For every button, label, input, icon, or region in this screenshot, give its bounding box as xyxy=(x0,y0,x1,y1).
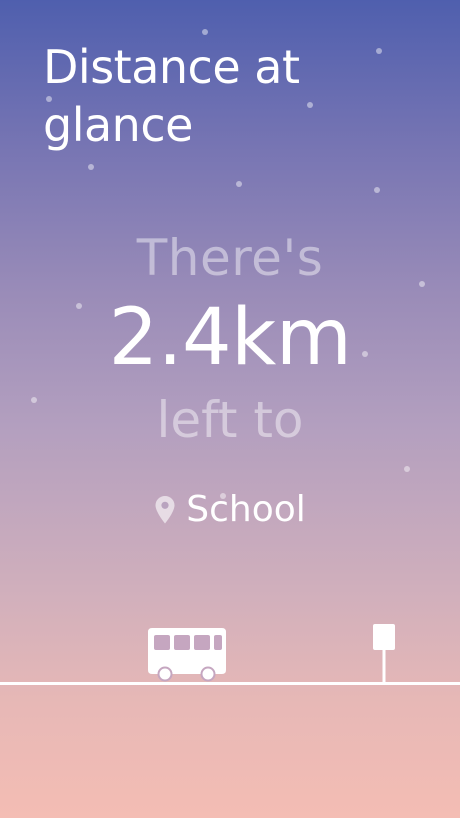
distance-post-text: left to xyxy=(156,391,304,449)
road-line xyxy=(0,682,460,685)
page-title: Distance at glance xyxy=(43,40,300,152)
star-dot xyxy=(88,164,94,170)
bus-icon xyxy=(148,628,226,682)
distance-summary: There's 2.4km left to xyxy=(0,222,460,452)
distance-value: 2.4km xyxy=(108,293,352,383)
location-pin-icon xyxy=(155,496,175,524)
bus-stop-sign-icon xyxy=(373,624,395,684)
distance-pre-text: There's xyxy=(136,229,324,287)
destination[interactable]: School xyxy=(0,486,460,534)
star-dot xyxy=(236,181,242,187)
app-screen: Distance at glance There's 2.4km left to… xyxy=(0,0,460,818)
star-dot xyxy=(202,29,208,35)
destination-label: School xyxy=(186,489,306,530)
star-dot xyxy=(374,187,380,193)
star-dot xyxy=(404,466,410,472)
